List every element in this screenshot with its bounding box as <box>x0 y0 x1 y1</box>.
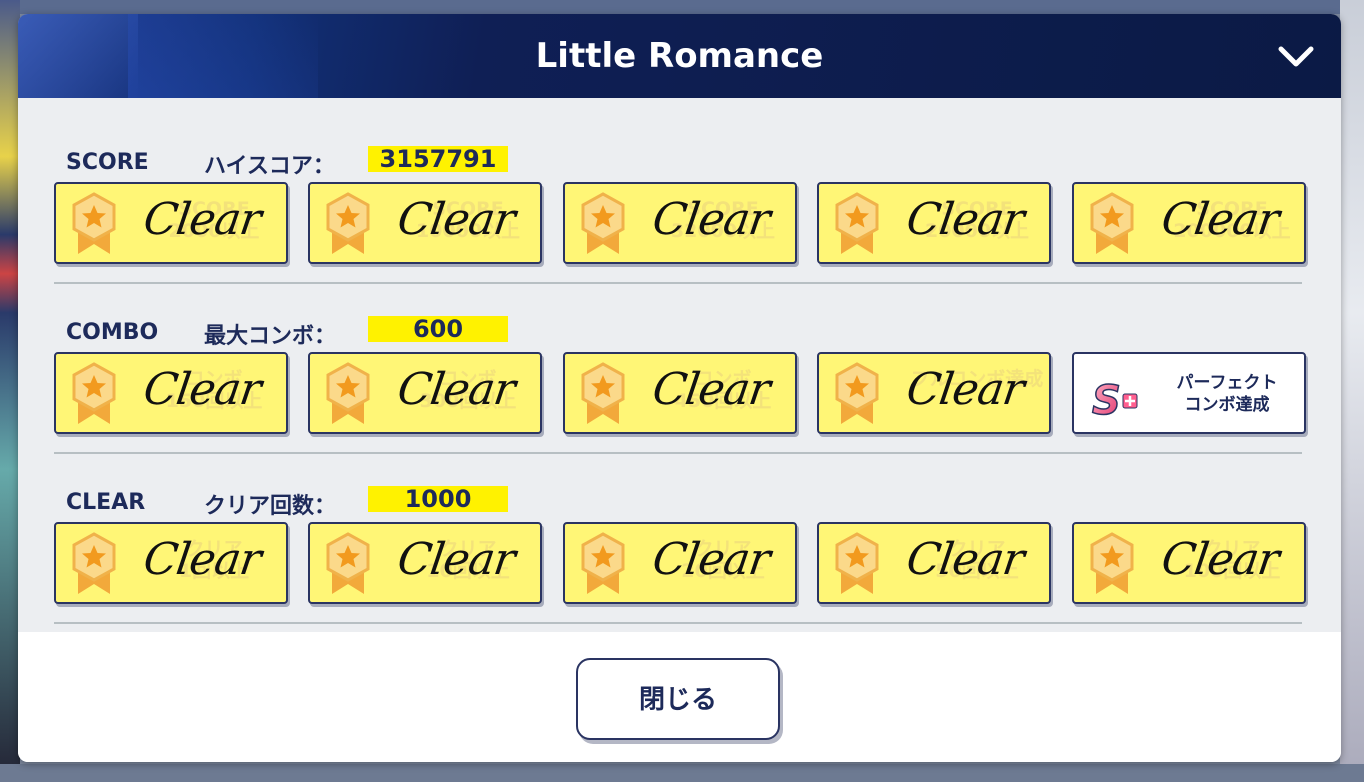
section-divider <box>54 452 1302 454</box>
achievement-badge[interactable]: クリア 20回以上 Clear <box>563 522 797 604</box>
section-divider <box>54 622 1302 624</box>
achievement-badge[interactable]: SCORE 32000以上 Clear <box>563 182 797 264</box>
clear-status: Clear <box>140 364 264 415</box>
badge-row: SCORE 2000以上 Clear SCORE 10000以上 Clear S… <box>54 182 1314 268</box>
medal-star-icon <box>72 362 116 424</box>
clear-status: Clear <box>903 194 1027 245</box>
achievement-badge[interactable]: クリア 1回以上 Clear <box>54 522 288 604</box>
clear-status: Clear <box>1158 534 1282 585</box>
s-plus-icon: S <box>1091 377 1138 420</box>
clear-status: Clear <box>649 534 773 585</box>
section-label: クリア回数： <box>204 494 337 519</box>
section-clear: CLEAR クリア回数： 1000 クリア 1回以上 Clear クリア 10回… <box>54 484 1306 654</box>
medal-star-icon <box>72 532 116 594</box>
clear-status: Clear <box>903 364 1027 415</box>
section-label: 最大コンボ： <box>204 324 337 349</box>
section-key: COMBO <box>66 320 159 345</box>
section-score: SCORE ハイスコア： 3157791 SCORE 2000以上 Clear … <box>54 144 1306 314</box>
medal-star-icon <box>326 362 370 424</box>
medal-star-icon <box>326 532 370 594</box>
medal-star-icon <box>326 192 370 254</box>
dialog-header: Little Romance <box>18 14 1341 98</box>
clear-status: Clear <box>394 364 518 415</box>
clear-status: Clear <box>649 194 773 245</box>
achievement-badge[interactable]: クリア 50回以上 Clear <box>817 522 1051 604</box>
section-value: 600 <box>368 316 508 343</box>
badge-row: コンボ 150回以上 Clear コンボ 300回以上 Clear コンボ 45… <box>54 352 1314 438</box>
section-divider <box>54 282 1302 284</box>
chevron-down-icon[interactable] <box>1277 42 1315 72</box>
achievement-badge[interactable]: SCORE 10000以上 Clear <box>308 182 542 264</box>
achievement-badge[interactable]: SCORE 200000以上 Clear <box>1072 182 1306 264</box>
achievement-badge[interactable]: フルコンボ達成 Clear <box>817 352 1051 434</box>
section-key: CLEAR <box>66 490 146 515</box>
dialog-body: SCORE ハイスコア： 3157791 SCORE 2000以上 Clear … <box>18 98 1341 632</box>
background-left <box>0 0 20 782</box>
medal-star-icon <box>72 192 116 254</box>
clear-status: Clear <box>140 534 264 585</box>
clear-status: Clear <box>140 194 264 245</box>
dialog-title: Little Romance <box>535 36 824 76</box>
section-label: ハイスコア： <box>204 154 335 179</box>
medal-star-icon <box>581 362 625 424</box>
clear-status: Clear <box>649 364 773 415</box>
background-right <box>1340 0 1364 782</box>
section-value: 1000 <box>368 486 508 513</box>
song-achievement-dialog: Little Romance SCORE ハイスコア： 3157791 SCOR… <box>18 14 1341 762</box>
clear-status: Clear <box>903 534 1027 585</box>
dialog-footer: 閉じる <box>18 632 1341 762</box>
clear-status: Clear <box>394 534 518 585</box>
close-button[interactable]: 閉じる <box>576 658 780 740</box>
medal-star-icon <box>1090 532 1134 594</box>
badge-row: クリア 1回以上 Clear クリア 10回以上 Clear クリア 20回以上… <box>54 522 1314 608</box>
achievement-badge[interactable]: コンボ 300回以上 Clear <box>308 352 542 434</box>
perfect-combo-badge[interactable]: S パーフェクト コンボ達成 <box>1072 352 1306 434</box>
section-key: SCORE <box>66 150 149 175</box>
perfect-combo-label: パーフェクト コンボ達成 <box>1176 373 1278 415</box>
background-top <box>0 0 1364 14</box>
medal-star-icon <box>835 192 879 254</box>
medal-star-icon <box>581 192 625 254</box>
medal-star-icon <box>835 532 879 594</box>
achievement-badge[interactable]: コンボ 150回以上 Clear <box>54 352 288 434</box>
clear-status: Clear <box>1158 194 1282 245</box>
svg-text:S: S <box>1092 378 1121 420</box>
achievement-badge[interactable]: クリア 100回以上 Clear <box>1072 522 1306 604</box>
background-bottom <box>0 764 1364 782</box>
section-combo: COMBO 最大コンボ： 600 コンボ 150回以上 Clear コンボ 30… <box>54 314 1306 484</box>
clear-status: Clear <box>394 194 518 245</box>
medal-star-icon <box>581 532 625 594</box>
medal-star-icon <box>835 362 879 424</box>
achievement-badge[interactable]: クリア 10回以上 Clear <box>308 522 542 604</box>
medal-star-icon <box>1090 192 1134 254</box>
achievement-badge[interactable]: SCORE 20000以上 Clear <box>817 182 1051 264</box>
achievement-badge[interactable]: コンボ 450回以上 Clear <box>563 352 797 434</box>
section-value: 3157791 <box>368 146 508 173</box>
achievement-badge[interactable]: SCORE 2000以上 Clear <box>54 182 288 264</box>
